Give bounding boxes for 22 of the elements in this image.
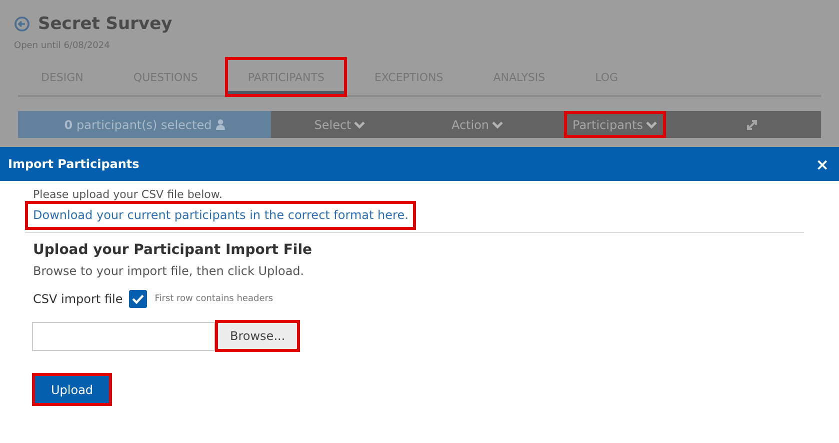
file-label: CSV import file	[33, 292, 123, 306]
close-icon[interactable]: ×	[816, 154, 829, 174]
expand-icon[interactable]	[746, 118, 758, 130]
instructions-text: Browse to your import file, then click Upload.	[33, 264, 306, 278]
section-heading: Upload your Participant Import File	[33, 242, 314, 258]
dropdown-menu[interactable]: Action	[442, 111, 512, 138]
file-input-field[interactable]	[32, 322, 215, 350]
dropdown-menu[interactable]: Select	[305, 111, 374, 138]
intro-text: Please upload your CSV file below.	[32, 188, 224, 201]
count-text: 0 participant(s) selected	[64, 118, 212, 132]
person-icon	[216, 119, 225, 130]
headers-checkbox[interactable]	[128, 290, 147, 308]
dropdown-menu[interactable]: Participants	[564, 111, 666, 138]
browse-button[interactable]: Browse...	[215, 320, 300, 352]
dialog-title: Import Participants	[8, 157, 140, 171]
chevron-down-icon	[646, 120, 657, 128]
chevron-down-icon	[492, 120, 504, 128]
survey-title: Secret Survey	[38, 14, 172, 34]
download-link[interactable]: Download your current participants in the correct format here.	[25, 201, 416, 230]
checkbox-label: First row contains headers	[154, 294, 274, 304]
chevron-down-icon	[354, 120, 366, 128]
upload-button[interactable]: Upload	[32, 373, 112, 406]
